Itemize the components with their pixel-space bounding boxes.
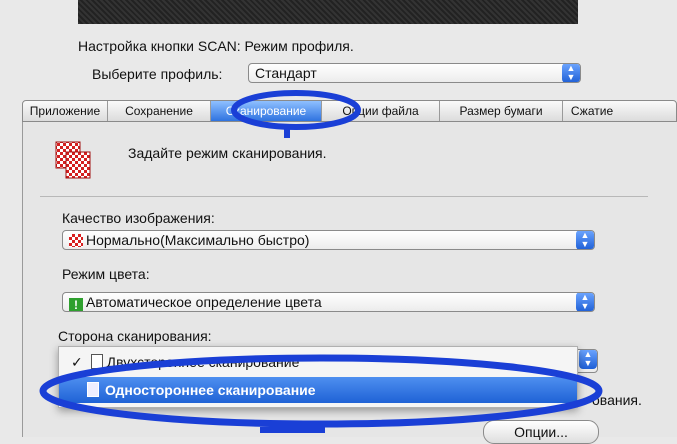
color-mode-label: Режим цвета:	[62, 266, 150, 282]
tab-compression[interactable]: Сжатие	[563, 101, 621, 121]
menu-item-duplex-label: Двухстороннее сканирование	[106, 354, 300, 370]
profile-select[interactable]: Стандарт ▲ ▼	[248, 63, 581, 83]
tab-paper-size[interactable]: Размер бумаги	[440, 101, 563, 121]
scan-side-menu: ✓ Двухстороннее сканирование Односторонн…	[58, 346, 578, 408]
updown-arrows-icon: ▲ ▼	[576, 231, 594, 249]
tab-scanning[interactable]: Сканирование	[211, 101, 322, 121]
quality-label: Качество изображения:	[62, 210, 215, 226]
window-titlebar	[78, 0, 578, 24]
color-mode-select[interactable]: ! Автоматическое определение цвета ▲ ▼	[62, 292, 595, 312]
updown-arrows-icon: ▲ ▼	[576, 293, 594, 311]
quality-select[interactable]: Нормально(Максимально быстро) ▲ ▼	[62, 230, 595, 250]
page-title: Настройка кнопки SCAN: Режим профиля.	[78, 38, 354, 54]
tab-file-options[interactable]: Опции файла	[322, 101, 440, 121]
duplex-page-icon	[90, 354, 103, 369]
menu-item-simplex-label: Одностороннее сканирование	[105, 382, 316, 398]
quality-select-value: Нормально(Максимально быстро)	[86, 232, 310, 248]
tab-bar: Приложение Сохранение Сканирование Опции…	[22, 100, 677, 122]
simplex-page-icon	[87, 382, 99, 397]
divider	[40, 196, 648, 197]
profile-select-value: Стандарт	[255, 65, 317, 81]
scan-instruction: Задайте режим сканирования.	[128, 145, 327, 161]
scan-side-label: Сторона сканирования:	[58, 328, 212, 344]
profile-label: Выберите профиль:	[92, 66, 223, 82]
updown-arrows-icon: ▲ ▼	[562, 64, 580, 82]
tab-application[interactable]: Приложение	[23, 101, 108, 121]
updown-arrows-icon: ▲ ▼	[579, 350, 597, 369]
partial-text: ования.	[592, 392, 642, 408]
color-mode-select-value: Автоматическое определение цвета	[86, 294, 322, 310]
options-button[interactable]: Опции...	[483, 420, 599, 444]
menu-item-duplex[interactable]: ✓ Двухстороннее сканирование	[59, 349, 577, 375]
menu-item-simplex[interactable]: Одностороннее сканирование	[59, 377, 577, 403]
tab-save[interactable]: Сохранение	[108, 101, 211, 121]
checkmark-icon: ✓	[71, 354, 83, 370]
green-exclamation-icon: !	[69, 298, 83, 311]
red-checker-icon	[69, 234, 83, 247]
checker-pages-icon	[55, 141, 91, 179]
